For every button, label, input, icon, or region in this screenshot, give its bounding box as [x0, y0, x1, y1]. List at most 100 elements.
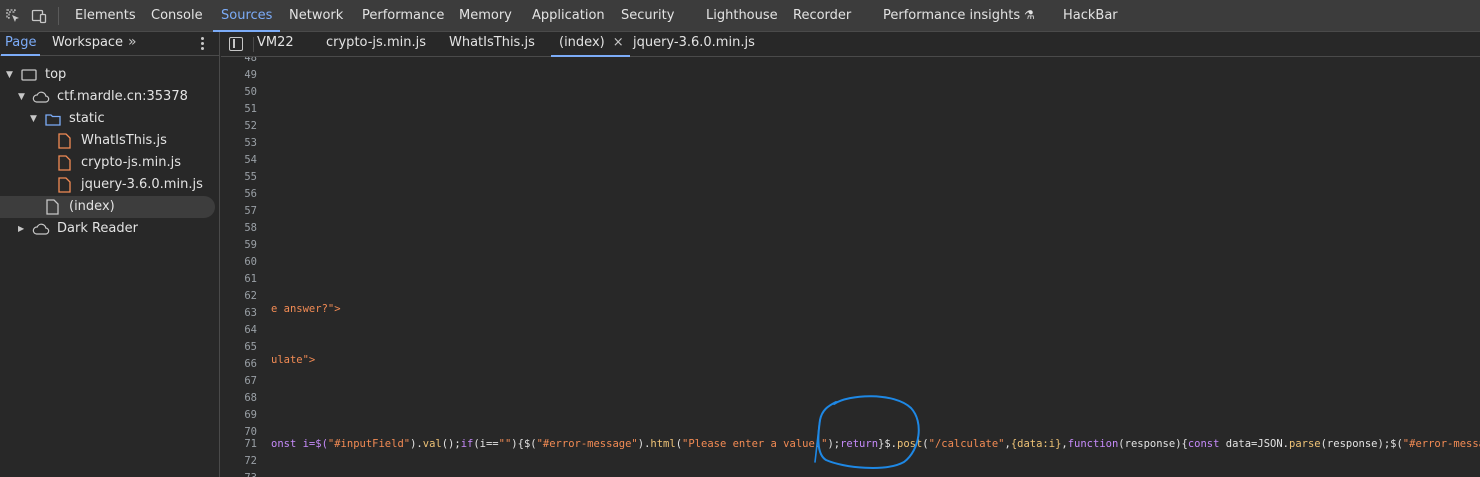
tab-memory[interactable]: Memory: [459, 0, 512, 31]
code-token: ulate">: [271, 354, 316, 366]
line-number: 51: [244, 103, 257, 115]
editor-tab-crypto-js[interactable]: crypto-js.min.js: [326, 32, 426, 56]
code-token: ).: [410, 438, 423, 450]
code-token: onst i=$(: [271, 438, 328, 450]
line-number: 50: [244, 86, 257, 98]
device-toolbar-icon[interactable]: [31, 8, 47, 24]
line-number: 71: [244, 438, 257, 450]
tab-lighthouse[interactable]: Lighthouse: [706, 0, 778, 31]
line-number: 58: [244, 222, 257, 234]
line-number: 65: [244, 341, 257, 353]
line-number: 62: [244, 290, 257, 302]
toggle-navigator-icon[interactable]: [229, 37, 243, 51]
tree-item-domain[interactable]: ▼ ctf.mardle.cn:35378: [0, 86, 215, 108]
line-number: 52: [244, 120, 257, 132]
line-number: 54: [244, 154, 257, 166]
line-number: 56: [244, 188, 257, 200]
line-number: 73: [221, 472, 257, 477]
inspect-element-icon[interactable]: [5, 8, 21, 24]
tree-item-dark-reader[interactable]: ▶ Dark Reader: [0, 218, 215, 240]
document-icon: [46, 199, 59, 215]
tree-item-label: (index): [69, 199, 115, 214]
tab-security[interactable]: Security: [621, 0, 674, 31]
expand-arrow-icon[interactable]: ▼: [18, 86, 25, 108]
tab-application[interactable]: Application: [532, 0, 605, 31]
code-token: ).: [637, 438, 651, 450]
tab-recorder[interactable]: Recorder: [793, 0, 851, 31]
tab-console[interactable]: Console: [151, 0, 203, 31]
line-number: 72: [244, 455, 257, 467]
code-token: "#inputField": [327, 438, 411, 450]
expand-arrow-icon[interactable]: ▼: [6, 64, 13, 86]
tree-item-index[interactable]: (index): [0, 196, 215, 218]
code-token: (response);$(: [1320, 438, 1403, 450]
tree-item-file[interactable]: WhatIsThis.js: [0, 130, 215, 152]
code-token: (response){: [1118, 438, 1188, 450]
line-number: 64: [244, 324, 257, 336]
editor-tabs-divider: [253, 37, 254, 52]
close-icon[interactable]: ×: [613, 32, 624, 54]
tree-item-file[interactable]: crypto-js.min.js: [0, 152, 215, 174]
js-file-icon: [58, 155, 71, 171]
line-number: 48: [244, 57, 257, 64]
code-line-66: ulate">: [271, 354, 315, 366]
line-number: 66: [244, 358, 257, 370]
code-token: val: [422, 438, 442, 450]
tab-performance[interactable]: Performance: [362, 0, 444, 31]
tree-item-folder-static[interactable]: ▼ static: [0, 108, 215, 130]
line-number: 69: [244, 409, 257, 421]
expand-arrow-icon[interactable]: ▼: [30, 108, 37, 130]
more-tabs-icon[interactable]: »: [128, 34, 136, 50]
line-number: 53: [244, 137, 257, 149]
tab-network[interactable]: Network: [289, 0, 343, 31]
devtools-main-toolbar: Elements Console Sources Network Perform…: [0, 0, 1480, 32]
line-number: 70: [244, 426, 257, 438]
toolbar-divider: [58, 7, 59, 25]
editor-tabs: VM22 crypto-js.min.js WhatIsThis.js (ind…: [221, 32, 1480, 57]
tree-item-file[interactable]: jquery-3.6.0.min.js: [0, 174, 215, 196]
cloud-icon: [32, 91, 50, 103]
tree-item-label: top: [45, 67, 67, 82]
tree-item-top[interactable]: ▼ top: [0, 64, 215, 86]
code-token: function: [1067, 438, 1119, 450]
collapse-arrow-icon[interactable]: ▶: [18, 218, 24, 240]
folder-icon: [45, 114, 61, 126]
tree-item-label: crypto-js.min.js: [81, 155, 181, 170]
line-number: 49: [244, 69, 257, 81]
editor-tab-index[interactable]: (index) ×: [551, 32, 630, 57]
more-options-icon[interactable]: [199, 36, 205, 52]
code-token: ){$(: [511, 438, 537, 450]
navigator-tab-workspace[interactable]: Workspace: [52, 32, 123, 54]
js-file-icon: [58, 177, 71, 193]
code-token: html: [650, 438, 676, 450]
editor-tab-jquery[interactable]: jquery-3.6.0.min.js: [633, 32, 755, 56]
line-number: 55: [244, 171, 257, 183]
navigator-tab-page[interactable]: Page: [0, 32, 42, 56]
line-number: 57: [244, 205, 257, 217]
tree-item-label: static: [69, 111, 105, 126]
editor-tab-label: (index): [559, 35, 605, 50]
line-number: 67: [244, 375, 257, 387]
navigator-tabs: Page Workspace »: [0, 32, 219, 56]
code-token: "/calculate": [928, 438, 1005, 450]
code-token: "#error-message": [536, 438, 638, 450]
tab-sources[interactable]: Sources: [212, 0, 281, 32]
tree-item-label: jquery-3.6.0.min.js: [81, 177, 203, 192]
code-token: const: [1187, 438, 1220, 450]
editor-tab-vm22[interactable]: VM22: [257, 32, 294, 56]
tab-elements[interactable]: Elements: [75, 0, 136, 31]
line-number: 61: [244, 273, 257, 285]
line-number: 63: [244, 307, 257, 319]
tab-performance-insights[interactable]: Performance insights ⚗: [883, 0, 1035, 31]
code-token: {data:i}: [1010, 438, 1062, 450]
editor-tab-whatisthis[interactable]: WhatIsThis.js: [449, 32, 535, 56]
code-token: data=JSON.: [1219, 438, 1289, 450]
line-number: 60: [244, 256, 257, 268]
frame-icon: [21, 69, 37, 81]
sources-navigator: Page Workspace » ▼ top ▼ ctf.mardle.cn:3…: [0, 32, 220, 477]
annotation-circle: [814, 395, 920, 469]
code-token: if: [460, 438, 474, 450]
code-token: ();: [441, 438, 461, 450]
code-token: e answer?">: [271, 303, 341, 315]
tab-hackbar[interactable]: HackBar: [1063, 0, 1118, 31]
